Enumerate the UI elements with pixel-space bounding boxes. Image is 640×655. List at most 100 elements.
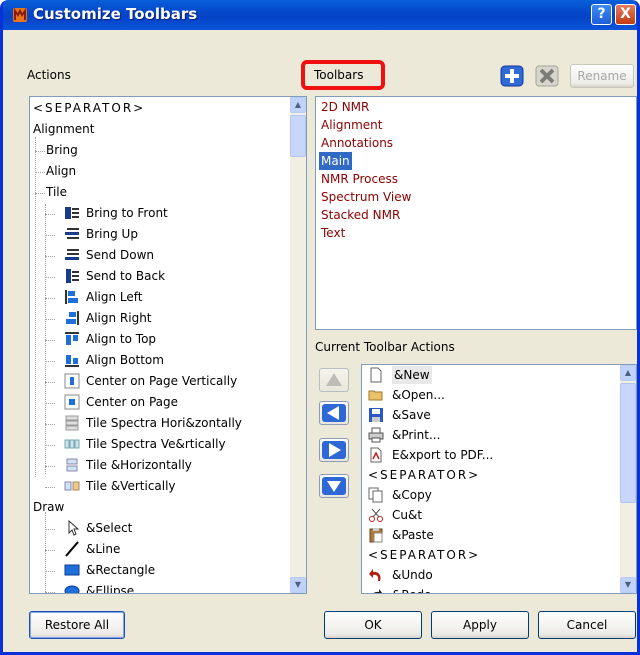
move-down-button[interactable] <box>319 474 349 498</box>
toolbar-list-item[interactable]: Spectrum View <box>319 188 413 206</box>
current-action-label: <SEPARATOR> <box>368 468 481 482</box>
cut-icon <box>368 507 384 523</box>
copy-icon <box>368 487 384 503</box>
scroll-up-button[interactable]: ▲ <box>290 97 306 113</box>
current-action-item[interactable]: &Save <box>362 406 618 424</box>
current-action-item[interactable]: <SEPARATOR> <box>362 466 618 484</box>
tree-connector <box>45 277 55 278</box>
tree-connector <box>45 529 55 530</box>
scroll-thumb[interactable] <box>290 115 306 157</box>
tree-connector <box>35 172 45 173</box>
title-bar[interactable]: Customize Toolbars ? X <box>3 0 637 30</box>
tree-item-label: Tile Spectra Hori&zontally <box>86 416 242 430</box>
window-title: Customize Toolbars <box>33 5 198 23</box>
redo-icon <box>368 587 384 593</box>
ellipse-icon <box>64 583 80 593</box>
rename-button[interactable]: Rename <box>570 64 634 88</box>
ok-button[interactable]: OK <box>324 611 422 639</box>
print-icon <box>368 427 384 443</box>
tree-item-label: Send Down <box>86 248 155 262</box>
arrow-left-icon <box>322 404 346 422</box>
send-down-icon <box>64 247 80 263</box>
tree-connector <box>45 361 55 362</box>
current-action-item[interactable]: &Paste <box>362 526 618 544</box>
undo-icon <box>368 567 384 583</box>
add-action-button[interactable] <box>319 438 349 462</box>
current-action-item[interactable]: &Copy <box>362 486 618 504</box>
current-action-item[interactable]: &Open... <box>362 386 618 404</box>
current-action-label: &Undo <box>392 568 433 582</box>
tree-item-label: &Ellipse <box>86 584 135 594</box>
scroll-thumb[interactable] <box>620 383 636 503</box>
current-action-item[interactable]: &Print... <box>362 426 618 444</box>
cancel-button[interactable]: Cancel <box>538 611 636 639</box>
toolbar-list-item[interactable]: Annotations <box>319 134 395 152</box>
actions-tree[interactable]: <SEPARATOR> Alignment Bring Align Tile Bring … <box>29 96 307 594</box>
current-action-item[interactable]: &Redo <box>362 586 618 593</box>
tree-connector <box>45 382 55 383</box>
align-bottom-icon <box>64 352 80 368</box>
tree-connector <box>45 256 55 257</box>
scroll-down-button[interactable]: ▼ <box>620 577 636 593</box>
customize-toolbars-dialog: Customize Toolbars ? X Actions <SEPARATO… <box>0 0 640 655</box>
tree-item-label: Tile Spectra Ve&rtically <box>86 437 226 451</box>
add-toolbar-button[interactable] <box>500 65 524 87</box>
move-up-button[interactable] <box>319 368 349 392</box>
tree-connector <box>45 592 55 593</box>
current-action-item[interactable]: &Undo <box>362 566 618 584</box>
align-top-icon <box>64 331 80 347</box>
tree-connector <box>45 403 55 404</box>
toolbar-list-item[interactable]: Stacked NMR <box>319 206 402 224</box>
align-right-icon <box>64 310 80 326</box>
toolbars-list[interactable]: 2D NMR Alignment Annotations Main NMR Proces… <box>315 96 637 330</box>
help-button[interactable]: ? <box>591 4 612 25</box>
restore-all-button[interactable]: Restore All <box>29 611 125 639</box>
tree-connector <box>45 298 55 299</box>
actions-label: Actions <box>27 68 71 82</box>
save-icon <box>368 407 384 423</box>
apply-button[interactable]: Apply <box>431 611 529 639</box>
delete-toolbar-button[interactable] <box>535 65 559 87</box>
tile-vertical-icon <box>64 436 80 452</box>
current-action-label: &Save <box>392 408 431 422</box>
remove-action-button[interactable] <box>319 401 349 425</box>
scroll-up-button[interactable]: ▲ <box>620 365 636 381</box>
tree-item-label: &Select <box>86 521 133 535</box>
toolbar-list-item[interactable]: NMR Process <box>319 170 400 188</box>
current-action-item[interactable]: <SEPARATOR> <box>362 546 618 564</box>
current-action-label: &Open... <box>392 388 445 402</box>
tree-item-label: Alignment <box>33 122 95 136</box>
current-action-item[interactable]: E&xport to PDF... <box>362 446 618 464</box>
tree-connector <box>35 193 45 194</box>
tree-guide-line <box>45 512 46 593</box>
toolbar-list-item[interactable]: Text <box>319 224 347 242</box>
current-actions-list[interactable]: &New &Open... &Save &Print... E&xport to PDF… <box>361 364 637 594</box>
current-action-item[interactable]: Cu&t <box>362 506 618 524</box>
current-action-label: &Copy <box>392 488 432 502</box>
current-action-label: &Paste <box>392 528 434 542</box>
tree-connector <box>45 235 55 236</box>
tree-item-label: Tile &Vertically <box>86 479 176 493</box>
toolbar-list-item[interactable]: Alignment <box>319 116 384 134</box>
tree-connector <box>45 571 55 572</box>
toolbar-list-item[interactable]: Main <box>319 152 352 170</box>
tree-item-label: Bring to Front <box>86 206 168 220</box>
tree-connector <box>45 445 55 446</box>
current-action-label: <SEPARATOR> <box>368 548 481 562</box>
arrow-right-icon <box>322 441 346 459</box>
select-arrow-icon <box>64 519 80 536</box>
toolbar-list-item[interactable]: 2D NMR <box>319 98 371 116</box>
rectangle-icon <box>64 562 80 578</box>
tree-item-label: Align to Top <box>86 332 157 346</box>
tree-connector <box>45 487 55 488</box>
tree-item-label: Align <box>46 164 77 178</box>
tile-horiz-icon <box>64 457 80 473</box>
current-scrollbar[interactable]: ▲ ▼ <box>620 365 636 593</box>
tree-connector <box>45 550 55 551</box>
arrow-up-icon <box>326 373 342 386</box>
tile-horizontal-icon <box>64 415 80 431</box>
close-button[interactable]: X <box>615 4 636 25</box>
current-action-item[interactable]: &New <box>362 366 618 384</box>
scroll-down-button[interactable]: ▼ <box>290 577 306 593</box>
actions-scrollbar[interactable]: ▲ ▼ <box>290 97 306 593</box>
